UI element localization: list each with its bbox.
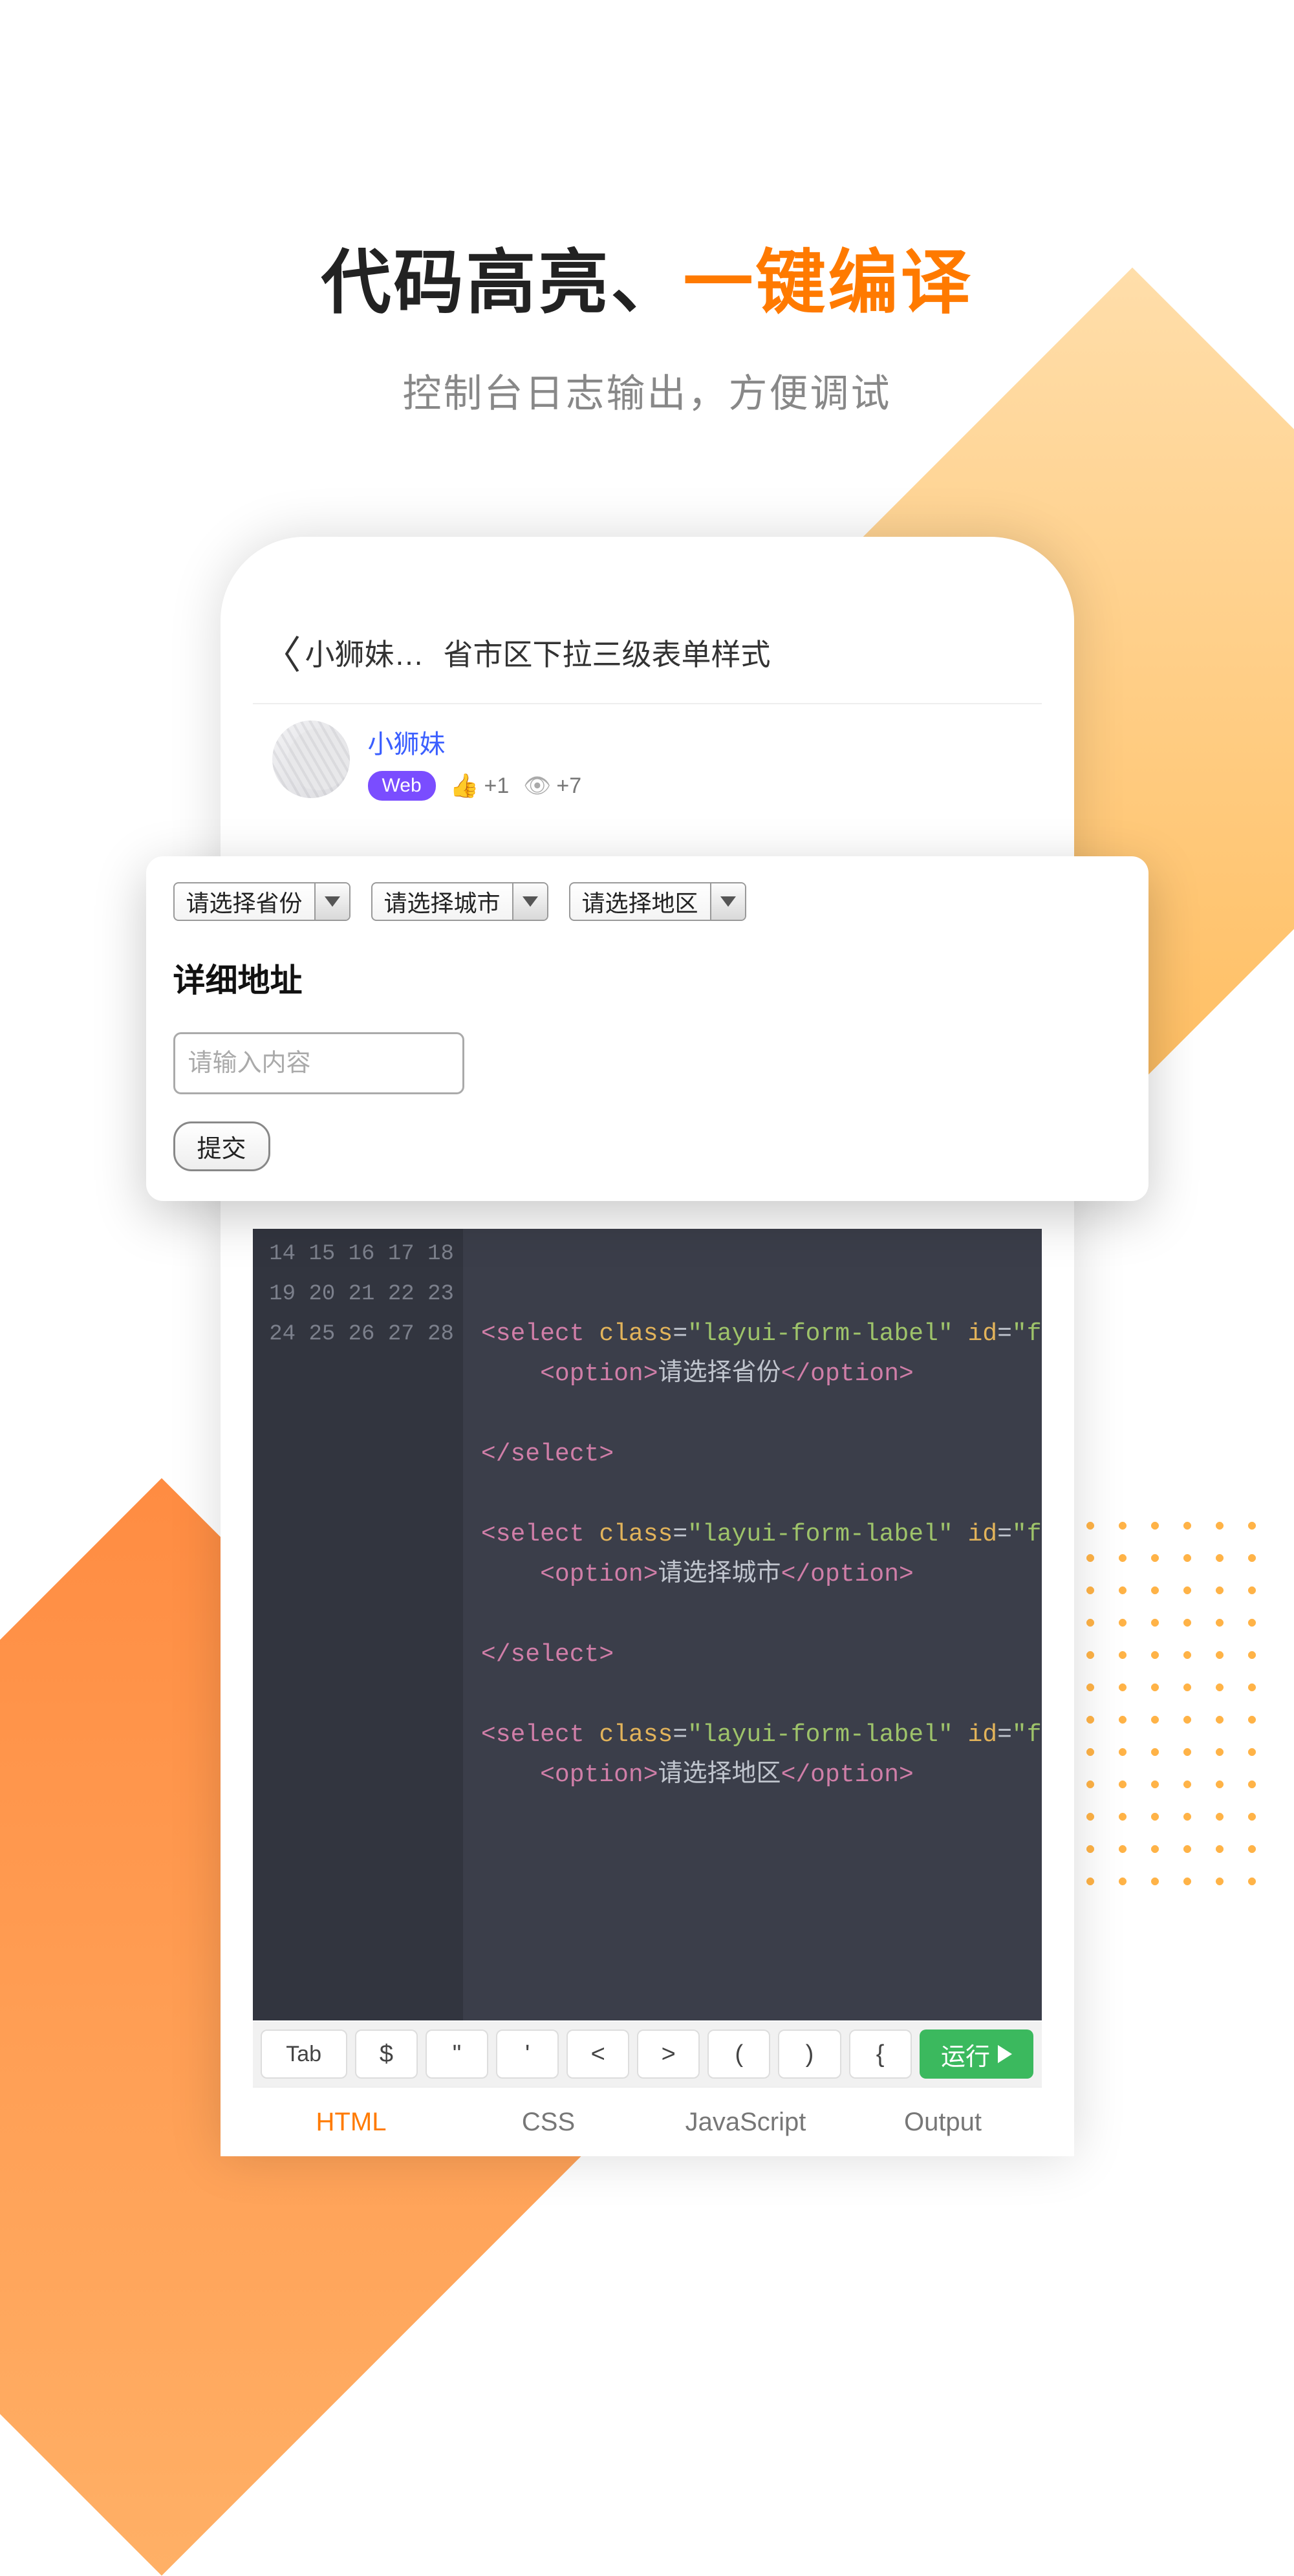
select-dropdown[interactable]: 请选择地区 bbox=[569, 882, 746, 921]
chevron-down-icon bbox=[512, 883, 547, 920]
phone-screen: 〈 小狮妹… 省市区下拉三级表单样式 小狮妹 Web 👍 +1 👁 +7 bbox=[253, 582, 1042, 2156]
select-label: 请选择地区 bbox=[570, 885, 710, 918]
key-button[interactable]: $ bbox=[355, 2029, 418, 2079]
key-button[interactable]: Tab bbox=[261, 2029, 347, 2079]
select-label: 请选择城市 bbox=[372, 885, 512, 918]
select-dropdown[interactable]: 请选择城市 bbox=[371, 882, 548, 921]
subheadline: 控制台日志输出，方便调试 bbox=[0, 362, 1294, 418]
key-button[interactable]: ' bbox=[496, 2029, 559, 2079]
headline-part1: 代码高亮、 bbox=[321, 243, 683, 321]
run-button[interactable]: 运行 bbox=[920, 2029, 1034, 2079]
topbar: 〈 小狮妹… 省市区下拉三级表单样式 bbox=[253, 582, 1042, 704]
eye-icon: 👁 bbox=[523, 773, 551, 799]
code-editor[interactable]: 14 15 16 17 18 19 20 21 22 23 24 25 26 2… bbox=[253, 1229, 1042, 2020]
key-button[interactable]: " bbox=[426, 2029, 488, 2079]
key-button[interactable]: ( bbox=[707, 2029, 770, 2079]
select-label: 请选择省份 bbox=[175, 885, 314, 918]
key-button[interactable]: > bbox=[637, 2029, 700, 2079]
key-button[interactable]: { bbox=[849, 2029, 912, 2079]
thumb-icon: 👍 bbox=[450, 772, 479, 799]
key-button[interactable]: ) bbox=[778, 2029, 841, 2079]
views-count: +7 bbox=[556, 774, 581, 799]
key-button[interactable]: < bbox=[566, 2029, 629, 2079]
select-row: 请选择省份 请选择城市 请选择地区 bbox=[173, 882, 1121, 921]
line-gutter: 14 15 16 17 18 19 20 21 22 23 24 25 26 2… bbox=[253, 1229, 463, 2020]
author-row: 小狮妹 Web 👍 +1 👁 +7 bbox=[253, 704, 1042, 823]
avatar[interactable] bbox=[272, 720, 350, 798]
submit-button[interactable]: 提交 bbox=[173, 1121, 270, 1171]
views-stat: 👁 +7 bbox=[523, 773, 581, 799]
tab-javascript[interactable]: JavaScript bbox=[647, 2108, 845, 2137]
preview-card: 请选择省份 请选择城市 请选择地区 详细地址 提交 bbox=[146, 856, 1148, 1201]
page-title: 省市区下拉三级表单样式 bbox=[444, 631, 771, 674]
likes-stat[interactable]: 👍 +1 bbox=[450, 772, 510, 799]
chevron-down-icon bbox=[314, 883, 349, 920]
tab-html[interactable]: HTML bbox=[253, 2108, 450, 2137]
back-label[interactable]: 小狮妹… bbox=[305, 631, 424, 674]
back-icon[interactable]: 〈 bbox=[263, 624, 301, 680]
select-dropdown[interactable]: 请选择省份 bbox=[173, 882, 350, 921]
detail-address-label: 详细地址 bbox=[173, 955, 1121, 1001]
bottom-tabs: HTMLCSSJavaScriptOutput bbox=[253, 2086, 1042, 2156]
chevron-down-icon bbox=[710, 883, 745, 920]
phone-frame: 〈 小狮妹… 省市区下拉三级表单样式 小狮妹 Web 👍 +1 👁 +7 bbox=[221, 537, 1074, 2156]
tab-css[interactable]: CSS bbox=[450, 2108, 647, 2137]
key-toolbar: Tab$"'<>(){运行 bbox=[253, 2022, 1042, 2086]
author-name[interactable]: 小狮妹 bbox=[368, 723, 582, 761]
tab-output[interactable]: Output bbox=[845, 2108, 1042, 2137]
likes-count: +1 bbox=[484, 774, 509, 799]
detail-address-input[interactable] bbox=[173, 1032, 464, 1094]
headline: 代码高亮、一键编译 bbox=[0, 226, 1294, 327]
category-badge[interactable]: Web bbox=[368, 771, 436, 801]
code-content[interactable]: <select class="layui-form-label" id="f <… bbox=[463, 1229, 1042, 2020]
headline-part2: 一键编译 bbox=[684, 243, 973, 321]
